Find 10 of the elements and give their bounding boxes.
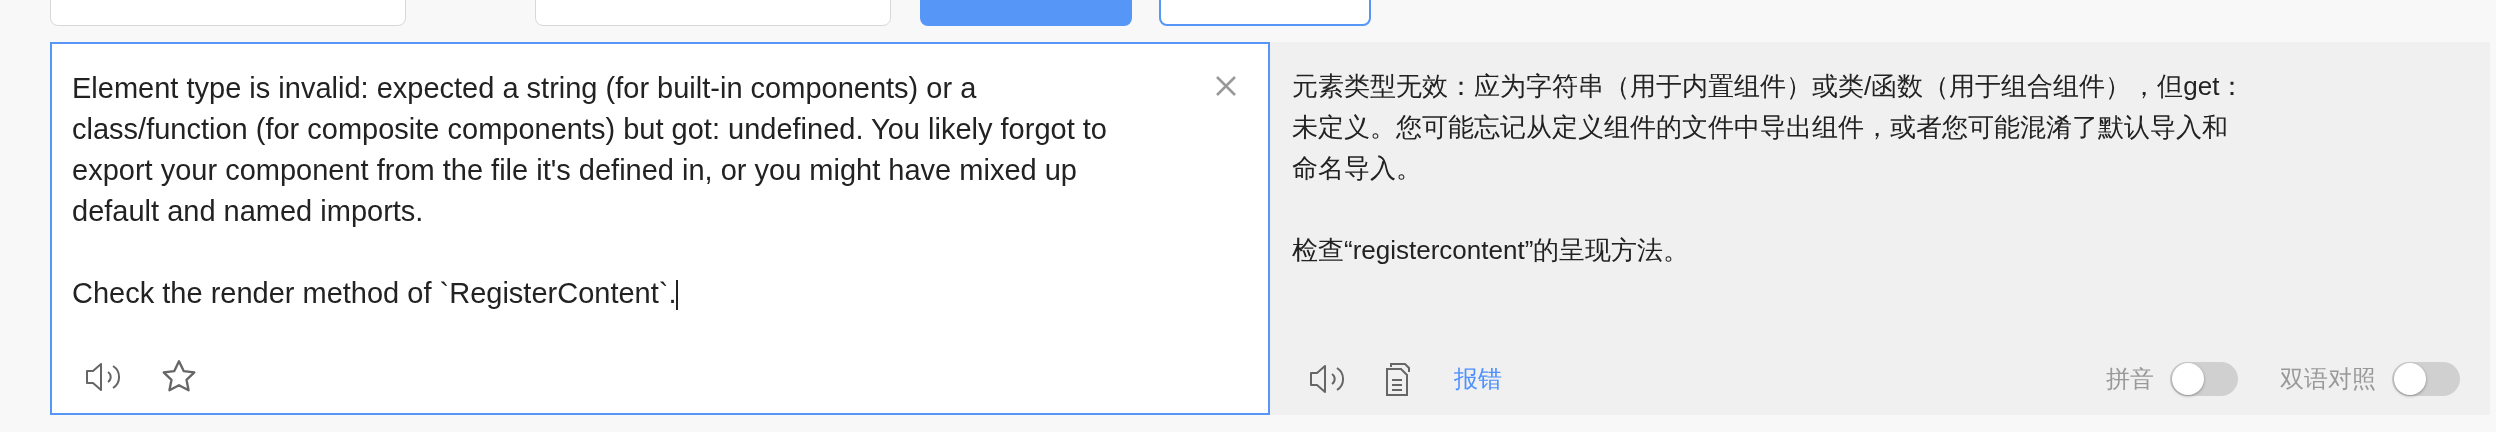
star-icon[interactable] [160, 359, 198, 395]
close-icon[interactable] [1214, 74, 1238, 98]
source-text-panel[interactable] [50, 42, 1270, 415]
source-text[interactable]: Element type is invalid: expected a string (for built-in components) or a class/function (for composite components) but got: undefined. You likely forgot to export your component from the file it's defined in, or you might have mixed up default and named imports. Check the render method of `RegisterContent`. [72, 68, 1122, 314]
toggle-switch[interactable] [2170, 362, 2238, 396]
translation-text: 元素类型无效：应为字符串（用于内置组件）或类/函数（用于组合组件），但get：未定义。您可能忘记从定义组件的文件中导出组件，或者您可能混淆了默认导入和命名导入。 [1292, 70, 2247, 185]
toggle-label: 拼音 [2106, 364, 2154, 394]
translation-text: 检查“registercontent”的呈现方法。 [1292, 234, 1691, 267]
toggle-switch[interactable] [2392, 362, 2460, 396]
toggle-label: 双语对照 [2280, 364, 2376, 394]
